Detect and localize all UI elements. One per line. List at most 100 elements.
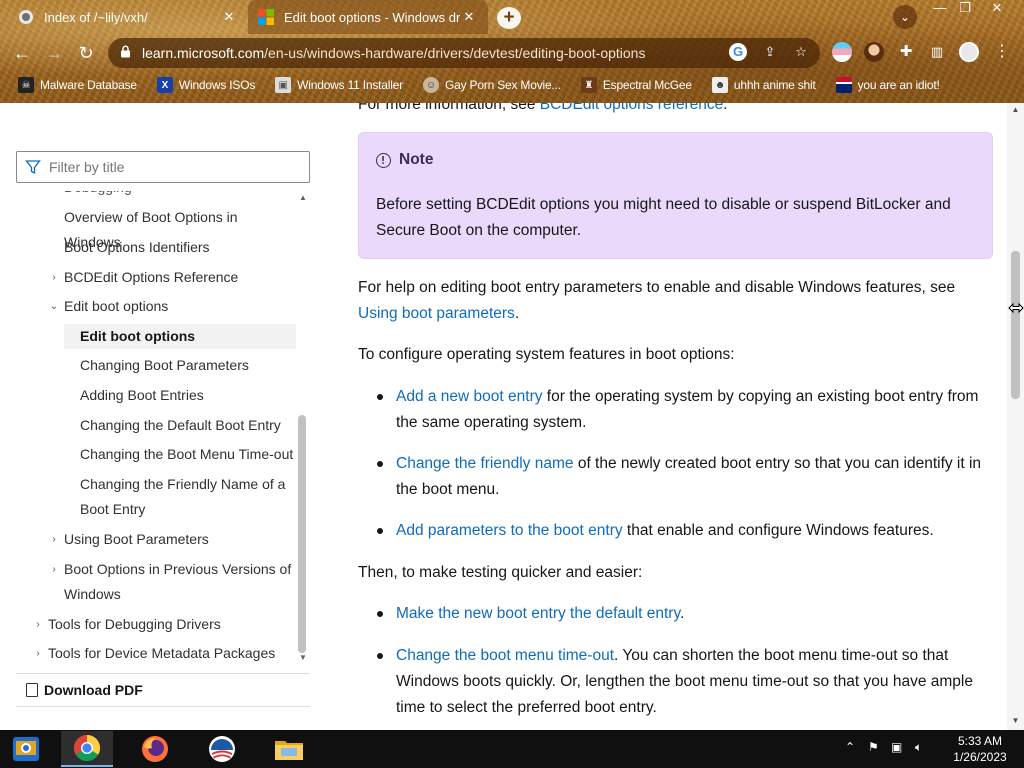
page-scrollbar[interactable]: ▲ ▼ bbox=[1007, 103, 1024, 730]
back-arrow-icon[interactable]: ← bbox=[9, 40, 35, 66]
toc-item-tools-device-metadata[interactable]: › Tools for Device Metadata Packages bbox=[16, 641, 296, 665]
close-tab-icon[interactable]: ✕ bbox=[460, 9, 478, 25]
file-explorer-icon bbox=[13, 737, 39, 761]
toc-scrollbar[interactable]: ▲ ▼ bbox=[296, 191, 310, 665]
list-item: Change the friendly name of the newly cr… bbox=[377, 451, 994, 503]
change-friendly-name-link[interactable]: Change the friendly name bbox=[396, 455, 574, 472]
toc-item-using-boot-parameters[interactable]: › Using Boot Parameters bbox=[16, 527, 296, 552]
bookmark-you-are-an-idiot[interactable]: you are an idiot! bbox=[835, 77, 940, 93]
reload-icon[interactable]: ↻ bbox=[73, 40, 99, 66]
bookmark-malware-database[interactable]: ☠ Malware Database bbox=[18, 77, 137, 93]
bcdedit-options-reference-link[interactable]: BCDEdit options reference bbox=[540, 103, 724, 113]
chevron-right-icon: › bbox=[52, 564, 56, 575]
filter-by-title-field[interactable] bbox=[16, 151, 310, 183]
toc-item-changing-default-boot-entry[interactable]: Changing the Default Boot Entry bbox=[16, 413, 296, 438]
toc-item-changing-friendly-name[interactable]: Changing the Friendly Name of a Boot Entr… bbox=[16, 472, 296, 522]
taskbar-obama-app[interactable] bbox=[196, 731, 248, 767]
toc-item-boot-options-previous-versions[interactable]: › Boot Options in Previous Versions of Wi… bbox=[16, 557, 296, 607]
tab-title: Edit boot options - Windows driv bbox=[284, 9, 460, 25]
tab-index-of-lily[interactable]: Index of /~lily/vxh/ ✕ bbox=[8, 0, 248, 34]
url-text: learn.microsoft.com/en-us/windows-hardwa… bbox=[142, 45, 646, 61]
filter-icon bbox=[25, 160, 41, 175]
system-clock[interactable]: 5:33 AM 1/26/2023 bbox=[940, 733, 1020, 765]
chevron-down-icon: ⌄ bbox=[49, 301, 59, 312]
toc-item-changing-boot-parameters[interactable]: Changing Boot Parameters bbox=[16, 353, 296, 378]
info-circle-icon bbox=[376, 152, 391, 168]
add-parameters-link[interactable]: Add parameters to the boot entry bbox=[396, 522, 623, 539]
share-icon[interactable]: ⇪ bbox=[761, 43, 779, 61]
change-boot-menu-timeout-link[interactable]: Change the boot menu time-out bbox=[396, 647, 614, 664]
toc-item-adding-boot-entries[interactable]: Adding Boot Entries bbox=[16, 383, 296, 408]
x-logo-icon: X bbox=[156, 77, 173, 93]
toc-item-tools-debugging-drivers[interactable]: › Tools for Debugging Drivers bbox=[16, 612, 296, 637]
scroll-down-arrow-icon[interactable]: ▼ bbox=[1010, 716, 1021, 726]
account-avatar-icon[interactable] bbox=[959, 42, 979, 62]
chevron-right-icon: › bbox=[36, 619, 40, 630]
note-callout: Note Before setting BCDEdit options you … bbox=[358, 132, 993, 259]
taskbar-folder[interactable] bbox=[263, 731, 315, 767]
trans-flag-extension-icon[interactable] bbox=[832, 42, 852, 62]
chrome-icon bbox=[73, 734, 101, 762]
toc-item-bcdedit-options-reference[interactable]: › BCDEdit Options Reference bbox=[16, 265, 296, 290]
toc-item-edit-boot-options-current[interactable]: Edit boot options bbox=[64, 324, 296, 349]
add-new-boot-entry-link[interactable]: Add a new boot entry bbox=[396, 388, 543, 405]
lock-icon bbox=[120, 45, 134, 61]
face-icon: ☺ bbox=[422, 77, 439, 93]
chevron-right-icon: › bbox=[52, 272, 56, 283]
tab-title: Index of /~lily/vxh/ bbox=[44, 9, 148, 25]
volume-icon[interactable]: 🔈︎ bbox=[915, 740, 922, 755]
microsoft-logo-icon bbox=[258, 9, 274, 25]
taskbar-file-explorer[interactable] bbox=[0, 731, 52, 767]
scroll-down-arrow-icon[interactable]: ▼ bbox=[298, 653, 308, 663]
download-pdf-link[interactable]: Download PDF bbox=[16, 673, 310, 707]
close-tab-icon[interactable]: ✕ bbox=[220, 9, 238, 25]
taskbar-chrome[interactable] bbox=[61, 731, 113, 767]
page-scrollbar-thumb[interactable] bbox=[1011, 251, 1020, 399]
scroll-up-arrow-icon[interactable]: ▲ bbox=[298, 193, 308, 203]
show-hidden-icons-chevron-icon[interactable]: ⌃ bbox=[845, 740, 855, 754]
profile-extension-icon[interactable] bbox=[864, 42, 884, 62]
windows-taskbar: ⌃ ⚑ ▣ 🔈︎ 5:33 AM 1/26/2023 bbox=[0, 730, 1024, 768]
obama-logo-icon bbox=[209, 736, 235, 762]
taskbar-firefox[interactable] bbox=[129, 731, 181, 767]
toc-item-edit-boot-options-parent[interactable]: ⌄ Edit boot options bbox=[16, 294, 296, 319]
action-center-flag-icon[interactable]: ⚑ bbox=[868, 740, 879, 754]
side-panel-icon[interactable]: ▥ bbox=[928, 43, 946, 61]
pdf-document-icon bbox=[26, 683, 38, 697]
article-content: For more information, see BCDEdit option… bbox=[358, 103, 994, 730]
flag-icon bbox=[835, 77, 852, 93]
toc-scrollbar-thumb[interactable] bbox=[298, 415, 306, 653]
restore-button[interactable]: ❐ bbox=[950, 0, 980, 18]
using-boot-parameters-link[interactable]: Using boot parameters bbox=[358, 305, 515, 322]
mouse-cursor-icon bbox=[1008, 302, 1024, 314]
forward-arrow-icon[interactable]: → bbox=[41, 40, 67, 66]
new-tab-button[interactable]: + bbox=[497, 7, 521, 29]
scroll-up-arrow-icon[interactable]: ▲ bbox=[1010, 105, 1021, 115]
bookmark-windows-11-installer[interactable]: ▣ Windows 11 Installer bbox=[275, 77, 403, 93]
bookmark-windows-isos[interactable]: X Windows ISOs bbox=[156, 77, 255, 93]
tab-search-button[interactable]: ⌄ bbox=[893, 5, 917, 29]
more-info-line: For more information, see BCDEdit option… bbox=[358, 103, 994, 118]
make-default-entry-link[interactable]: Make the new boot entry the default entr… bbox=[396, 605, 680, 622]
bookmark-movie-site[interactable]: ☺ Gay Porn Sex Movie... bbox=[422, 77, 561, 93]
anime-face-icon: ☻ bbox=[711, 77, 728, 93]
bookmark-anime[interactable]: ☻ uhhh anime shit bbox=[711, 77, 816, 93]
bookmark-espectral-mcgee[interactable]: ♜ Espectral McGee bbox=[580, 77, 692, 93]
list-item: Add a new boot entry for the operating s… bbox=[377, 384, 994, 436]
menu-kebab-icon[interactable]: ⋮ bbox=[993, 43, 1011, 61]
network-icon[interactable]: ▣ bbox=[891, 740, 902, 754]
filter-input[interactable] bbox=[49, 159, 289, 175]
note-heading: Note bbox=[376, 151, 433, 169]
web-page: Debugging Overview of Boot Options in Wi… bbox=[0, 103, 1024, 730]
bookmark-star-icon[interactable]: ☆ bbox=[792, 43, 810, 61]
folder-icon bbox=[275, 741, 303, 760]
toc-item-clipped: Debugging bbox=[16, 191, 296, 200]
toc-item-boot-options-identifiers[interactable]: Boot Options Identifiers bbox=[16, 235, 296, 260]
address-bar[interactable]: learn.microsoft.com/en-us/windows-hardwa… bbox=[108, 38, 820, 68]
generic-page-icon bbox=[18, 9, 34, 25]
toc-item-changing-boot-menu-timeout[interactable]: Changing the Boot Menu Time-out bbox=[16, 442, 296, 467]
tab-edit-boot-options[interactable]: Edit boot options - Windows driv ✕ bbox=[248, 0, 488, 34]
close-window-button[interactable]: ✕ bbox=[982, 0, 1012, 18]
extensions-puzzle-icon[interactable]: ✚ bbox=[897, 43, 915, 61]
google-lens-icon[interactable]: G bbox=[729, 43, 747, 61]
